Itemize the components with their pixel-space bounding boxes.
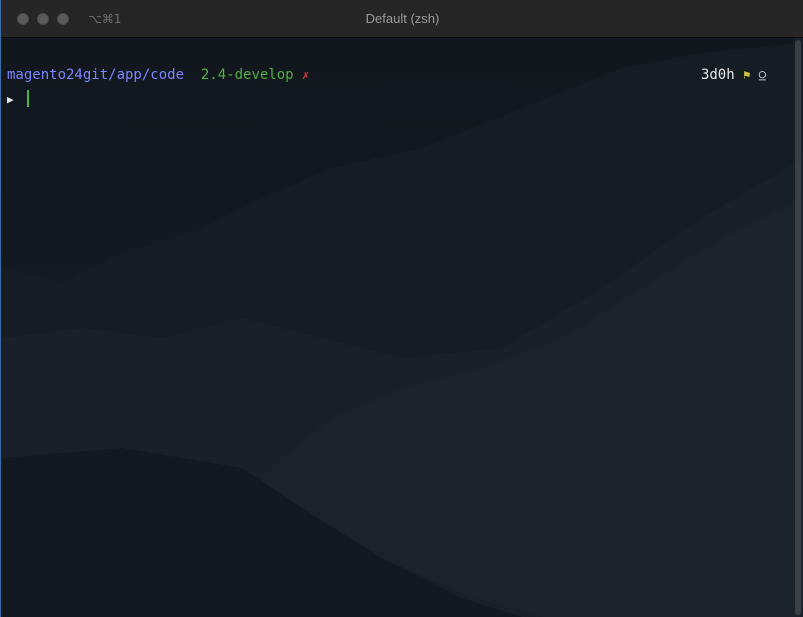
status-indicator-icon: ⍜	[758, 68, 766, 82]
right-prompt-status: 3d0h ⚑ ⍜	[701, 66, 766, 84]
desktop-wallpaper-backdrop	[2, 38, 803, 617]
flag-icon: ⚑	[743, 68, 751, 82]
elapsed-time: 3d0h	[700, 67, 735, 83]
scrollbar-thumb[interactable]	[795, 40, 801, 615]
title-bar[interactable]: ⌥⌘1 Default (zsh)	[1, 0, 803, 38]
git-dirty-icon: ✗	[302, 68, 310, 82]
terminal-window: ⌥⌘1 Default (zsh) magento24git/app/code …	[0, 0, 803, 617]
prompt-status-line: magento24git/app/code 2.4-develop ✗	[7, 66, 309, 84]
prompt-path: magento24git/app/code	[7, 67, 185, 83]
prompt-input-line[interactable]: ▶	[7, 90, 14, 109]
terminal-content-area[interactable]: magento24git/app/code 2.4-develop ✗ 3d0h…	[2, 38, 803, 617]
vertical-scrollbar[interactable]	[793, 38, 803, 617]
window-title: Default (zsh)	[365, 11, 440, 26]
prompt-arrow-icon: ▶	[7, 93, 14, 106]
text-cursor	[27, 90, 29, 107]
git-branch: 2.4-develop	[200, 67, 294, 83]
